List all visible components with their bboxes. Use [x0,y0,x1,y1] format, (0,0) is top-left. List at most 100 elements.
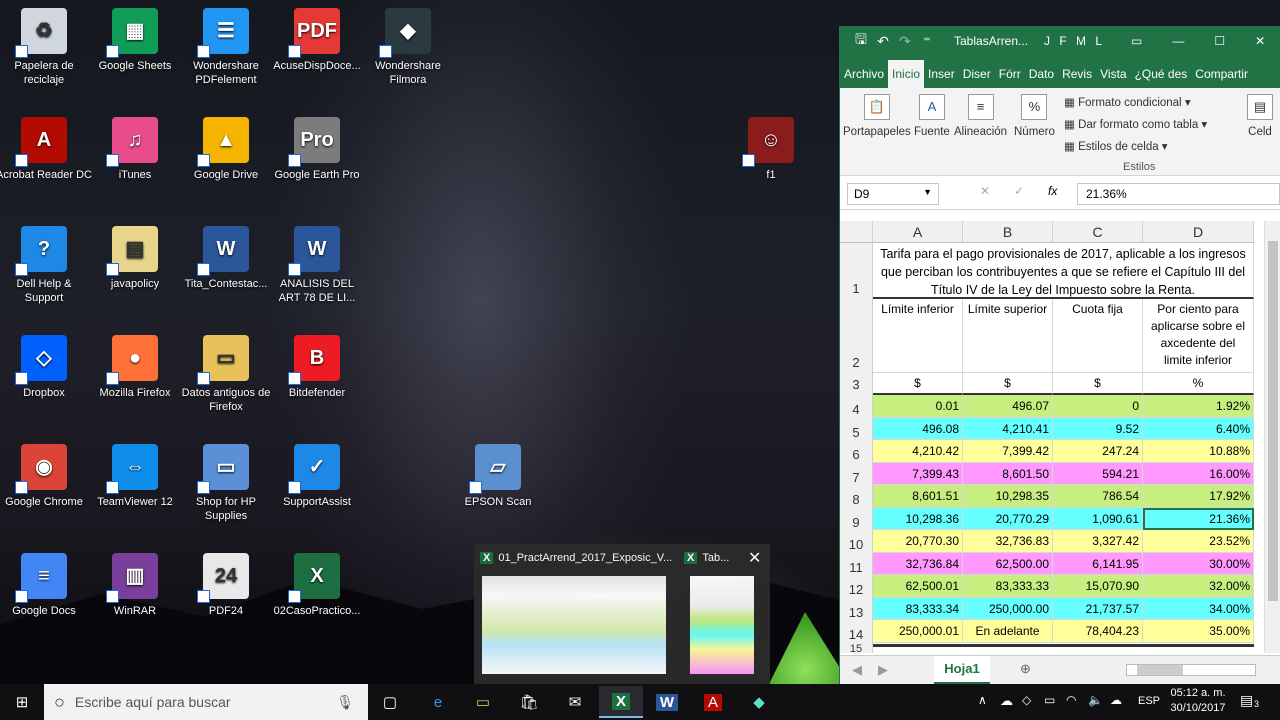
row-header[interactable]: 15 [840,642,873,653]
table-cell[interactable]: 34.00% [1143,597,1254,620]
alignment-group[interactable]: ≡ Alineación [954,94,1007,138]
row-header[interactable]: 5 [840,417,873,440]
desktop-icon-teamviewer-12[interactable]: ⇔ TeamViewer 12 [87,444,183,509]
desktop-icon-google-earth-pro[interactable]: Pro Google Earth Pro [269,117,365,182]
next-sheet-icon[interactable]: ▶ [878,662,888,678]
table-cell[interactable]: 0 [1053,395,1143,418]
table-cell[interactable]: 32.00% [1143,575,1254,598]
desktop-icon-google-docs[interactable]: ≡ Google Docs [0,553,92,618]
volume-icon[interactable]: 🔈 [1088,693,1103,707]
show-hidden-icons-icon[interactable]: ∧ [978,693,987,707]
format-as-table-button[interactable]: ▦ Dar formato como tabla ▾ [1064,117,1207,131]
tab-inser[interactable]: Inser [924,67,959,88]
clipboard-group[interactable]: 📋 Portapapeles [843,94,911,138]
unit-label[interactable]: % [1143,373,1254,395]
row-header[interactable]: 3 [840,373,873,395]
row-header[interactable]: 14 [840,620,873,643]
taskbar-thumbnail-preview[interactable]: X 01_PractArrend_2017_Exposic_V... X Tab..… [474,544,770,684]
table-cell[interactable]: 250,000.01 [873,620,963,643]
desktop-icon-02casopractico[interactable]: X 02CasoPractico... [269,553,365,618]
search-box[interactable]: ○ Escribe aquí para buscar 🎙 [44,684,368,720]
row-header[interactable]: 1 [840,243,873,299]
table-cell[interactable]: 83,333.33 [963,575,1053,598]
dropbox-tray-icon[interactable]: ◇ [1022,693,1031,707]
table-cell[interactable]: 8,601.50 [963,462,1053,485]
table-cell[interactable]: 4,210.42 [873,440,963,463]
table-cell[interactable]: 23.52% [1143,530,1254,553]
desktop-icon-f1[interactable]: ☺ f1 [723,117,819,182]
column-header-b[interactable]: B [963,221,1053,243]
unit-label[interactable]: $ [873,373,963,395]
chevron-down-icon[interactable]: ▼ [923,187,932,197]
desktop-icon-papelera-de-reciclaje[interactable]: ♻ Papelera de reciclaje [0,8,92,87]
column-header-a[interactable]: A [873,221,963,243]
desktop-icon-dropbox[interactable]: ◇ Dropbox [0,335,92,400]
conditional-format-button[interactable]: ▦ Formato condicional ▾ [1064,95,1191,109]
number-group[interactable]: % Número [1014,94,1055,138]
table-cell[interactable]: 9.52 [1053,417,1143,440]
desktop-icon-wondershare-pdfelement[interactable]: ☰ Wondershare PDFelement [178,8,274,87]
row-header[interactable]: 11 [840,552,873,575]
task-view-icon[interactable]: ▢ [368,686,412,718]
table-cell[interactable]: 10,298.35 [963,485,1053,508]
tab-dato[interactable]: Dato [1025,67,1058,88]
table-cell[interactable]: 1,090.61 [1053,507,1143,530]
column-title[interactable]: Límite superior [963,299,1053,373]
row-header[interactable]: 10 [840,530,873,553]
unit-label[interactable]: $ [963,373,1053,395]
select-all-corner[interactable] [840,221,873,243]
desktop-icon-google-sheets[interactable]: ▦ Google Sheets [87,8,183,73]
table-cell[interactable]: 35.00% [1143,620,1254,643]
desktop-icon-google-drive[interactable]: ▲ Google Drive [178,117,274,182]
minimize-icon[interactable]: — [1172,34,1184,48]
preview-thumbnail-1[interactable] [482,576,666,674]
table-cell[interactable]: 16.00% [1143,462,1254,485]
table-cell[interactable]: 3,327.42 [1053,530,1143,553]
desktop-icon-supportassist[interactable]: ✓ SupportAssist [269,444,365,509]
save-icon[interactable]: 🖫 [850,29,872,53]
table-cell[interactable]: 0.01 [873,395,963,418]
desktop-icon-shop-for-hp-supplies[interactable]: ▭ Shop for HP Supplies [178,444,274,523]
table-cell[interactable]: 7,399.43 [873,462,963,485]
tab--qué-des[interactable]: ¿Qué des [1131,67,1192,88]
table-cell[interactable]: 6,141.95 [1053,552,1143,575]
sheet-tab-hoja1[interactable]: Hoja1 [934,656,990,684]
row-header[interactable]: 7 [840,462,873,485]
mail-icon[interactable]: ✉ [553,686,597,718]
column-header-d[interactable]: D [1143,221,1254,243]
cancel-icon[interactable]: ✕ [980,184,990,198]
font-group[interactable]: A Fuente [914,94,950,138]
table-title[interactable]: Tarifa para el pago provisionales de 201… [873,243,1254,299]
maximize-icon[interactable]: ☐ [1214,34,1225,48]
tab-fórr[interactable]: Fórr [995,67,1025,88]
edge-icon[interactable]: e [416,686,460,718]
add-sheet-icon[interactable]: ⊕ [1020,661,1031,677]
close-icon[interactable]: ✕ [748,548,761,568]
tab-inicio[interactable]: Inicio [888,60,925,88]
file-explorer-icon[interactable]: ▭ [461,686,505,718]
desktop-icon-bitdefender[interactable]: B Bitdefender [269,335,365,400]
word-taskbar-icon[interactable]: W [645,686,689,718]
column-title[interactable]: Cuota fija [1053,299,1143,373]
tab-revis[interactable]: Revis [1058,67,1096,88]
table-cell[interactable]: 1.92% [1143,395,1254,418]
cell-styles-button[interactable]: ▦ Estilos de celda ▾ [1064,139,1168,153]
table-cell[interactable]: 786.54 [1053,485,1143,508]
table-cell[interactable]: 20,770.29 [963,507,1053,530]
preview-item-2-title[interactable]: X Tab... [684,552,744,564]
acrobat-taskbar-icon[interactable]: A [691,686,735,718]
formula-input[interactable]: 21.36% [1077,183,1280,205]
desktop-icon-google-chrome[interactable]: ◉ Google Chrome [0,444,92,509]
horizontal-scrollbar[interactable] [1126,664,1256,676]
desktop-icon-javapolicy[interactable]: ▤ javapolicy [87,226,183,291]
desktop-icon-analisis-del-art-78-de-li[interactable]: W ANALISIS DEL ART 78 DE LI... [269,226,365,305]
desktop-icon-winrar[interactable]: ▥ WinRAR [87,553,183,618]
row-header[interactable]: 6 [840,440,873,463]
row-header[interactable]: 8 [840,485,873,508]
ribbon-display-icon[interactable]: ▭ [1131,34,1142,48]
table-cell[interactable]: 496.07 [963,395,1053,418]
column-title[interactable]: Por ciento para aplicarse sobre el axced… [1143,299,1254,373]
desktop-icon-wondershare-filmora[interactable]: ◆ Wondershare Filmora [360,8,456,87]
cells-group[interactable]: ▤ Celd [1240,94,1280,138]
table-cell[interactable]: 247.24 [1053,440,1143,463]
